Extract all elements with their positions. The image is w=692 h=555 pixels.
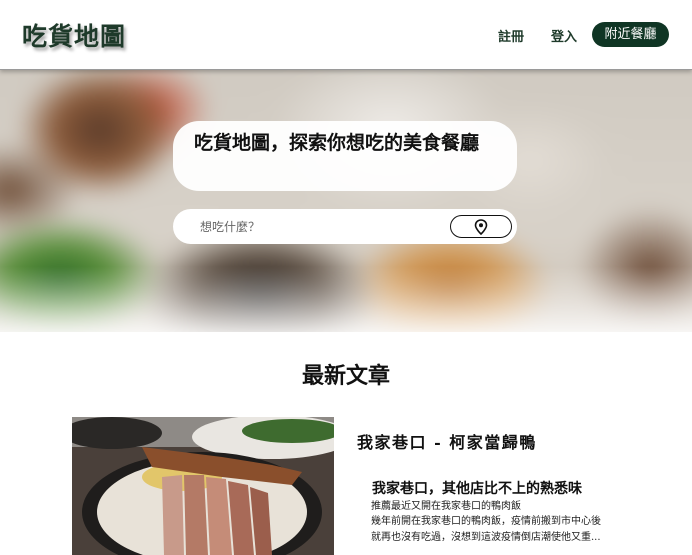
article-thumbnail[interactable] [72, 417, 334, 555]
site-logo[interactable]: 吃貨地圖 [22, 17, 126, 53]
duck-rice-photo [72, 417, 334, 555]
latest-articles-heading: 最新文章 [301, 363, 390, 389]
search-input[interactable] [187, 214, 437, 239]
hero-fade-overlay [0, 70, 692, 332]
hero-title: 吃貨地圖，探索你想吃的美食餐廳 [194, 132, 480, 154]
register-link[interactable]: 註冊 [498, 26, 524, 45]
hero-title-card: 吃貨地圖，探索你想吃的美食餐廳 [173, 121, 517, 191]
article-excerpt-line: 就再也沒有吃過，沒想到這波疫情倒店潮使他又重... [371, 532, 601, 543]
nearby-restaurants-button[interactable]: 附近餐廳 [592, 22, 669, 47]
article-headline: 我家巷口，其他店比不上的熟悉味 [372, 481, 582, 497]
search-bar [173, 209, 517, 244]
article-excerpt-line: 推薦最近又開在我家巷口的鴨肉飯 [371, 501, 521, 512]
article-excerpt-line: 幾年前開在我家巷口的鴨肉飯，疫情前搬到市中心後 [371, 516, 601, 527]
login-link[interactable]: 登入 [551, 26, 577, 45]
article-title[interactable]: 我家巷口 - 柯家當歸鴨 [357, 429, 537, 453]
map-pin-icon [474, 218, 488, 235]
hero-banner: 吃貨地圖，探索你想吃的美食餐廳 [0, 70, 692, 332]
site-header: 吃貨地圖 註冊 登入 附近餐廳 [0, 0, 692, 70]
location-button[interactable] [450, 215, 512, 238]
